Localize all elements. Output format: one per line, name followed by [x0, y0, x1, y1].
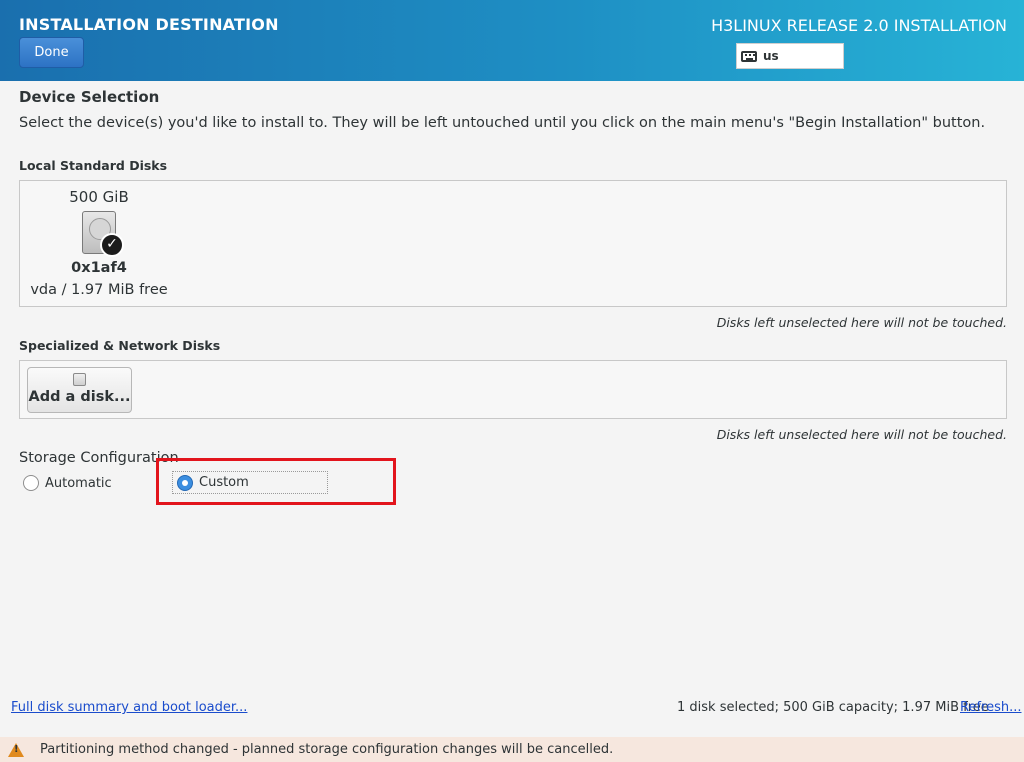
automatic-radio-label: Automatic	[45, 475, 112, 491]
local-disks-panel: 500 GiB ✓ 0x1af4 vda / 1.97 MiB free	[19, 180, 1007, 307]
disk-vda[interactable]: 500 GiB ✓ 0x1af4 vda / 1.97 MiB free	[20, 181, 178, 306]
keyboard-icon	[741, 50, 757, 62]
custom-radio-option[interactable]: Custom	[172, 471, 328, 494]
refresh-link[interactable]: Refresh...	[960, 700, 1022, 715]
local-disks-title: Local Standard Disks	[19, 158, 168, 173]
done-button[interactable]: Done	[19, 37, 84, 68]
full-disk-summary-link[interactable]: Full disk summary and boot loader...	[11, 700, 247, 715]
network-disks-panel: Add a disk...	[19, 360, 1007, 419]
disk-name: 0x1af4	[71, 260, 127, 276]
device-selection-title: Device Selection	[19, 88, 160, 106]
automatic-radio-option[interactable]: Automatic	[23, 475, 112, 491]
device-selection-description: Select the device(s) you'd like to insta…	[19, 115, 986, 131]
network-disks-title: Specialized & Network Disks	[19, 338, 221, 353]
disk-add-icon	[73, 373, 86, 386]
disk-size: 500 GiB	[69, 188, 129, 206]
keyboard-layout-label: us	[763, 49, 779, 63]
selected-check-icon: ✓	[100, 233, 124, 257]
add-disk-button[interactable]: Add a disk...	[27, 367, 132, 413]
network-disks-note: Disks left unselected here will not be t…	[716, 427, 1007, 442]
keyboard-layout-indicator[interactable]: us	[736, 43, 844, 69]
disk-free-space: vda / 1.97 MiB free	[30, 282, 168, 298]
product-title: H3LINUX RELEASE 2.0 INSTALLATION	[711, 16, 1007, 35]
header-bar: INSTALLATION DESTINATION Done H3LINUX RE…	[0, 0, 1024, 81]
warning-icon	[8, 742, 24, 757]
add-disk-label: Add a disk...	[28, 389, 131, 405]
custom-radio-label: Custom	[199, 475, 249, 490]
warning-message: Partitioning method changed - planned st…	[40, 742, 614, 757]
disk-selection-summary: 1 disk selected; 500 GiB capacity; 1.97 …	[677, 700, 989, 715]
automatic-radio-button[interactable]	[23, 475, 39, 491]
custom-radio-button[interactable]	[177, 474, 193, 491]
local-disks-note: Disks left unselected here will not be t…	[716, 315, 1007, 330]
warning-bar: Partitioning method changed - planned st…	[0, 737, 1024, 762]
storage-configuration-title: Storage Configuration	[19, 450, 179, 466]
page-title: INSTALLATION DESTINATION	[19, 15, 279, 34]
